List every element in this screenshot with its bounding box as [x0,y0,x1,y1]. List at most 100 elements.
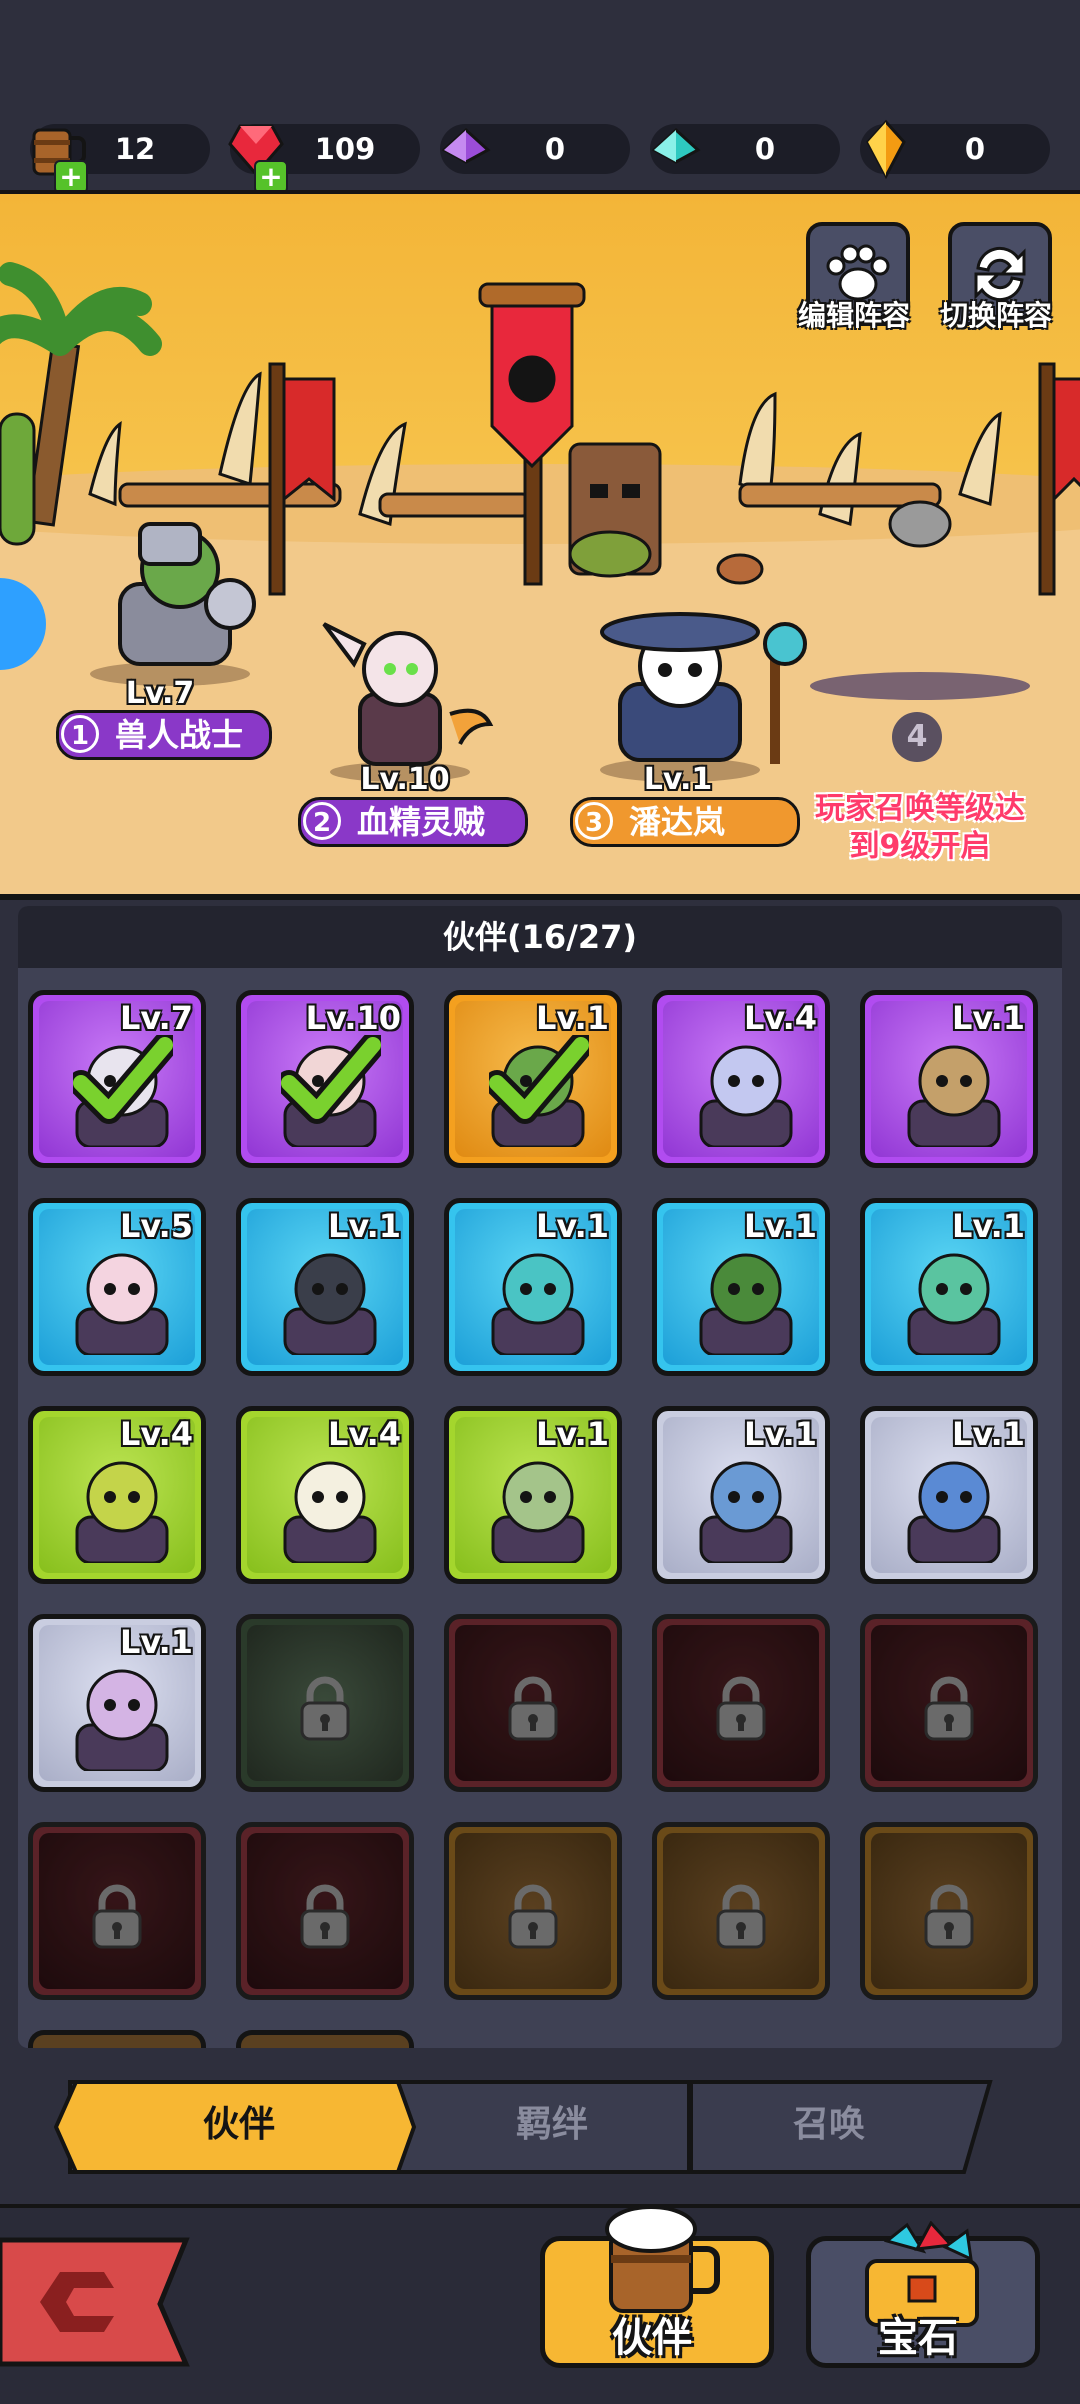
locked-partner-card[interactable] [860,1614,1038,1792]
switch-lineup-label[interactable]: 切换阵容 [926,294,1066,334]
slot-number: 2 [303,802,341,840]
checkmark-icon [73,1035,173,1124]
card-level: Lv.5 [119,1207,193,1245]
padlock-icon [924,1884,974,1949]
padlock-icon [716,1676,766,1741]
partner-portrait-icon [283,1253,377,1355]
card-level: Lv.1 [951,1415,1025,1453]
partner-card[interactable]: Lv.1 [444,1406,622,1584]
ale-mug-icon [605,2205,720,2313]
partner-portrait-icon [907,1253,1001,1355]
checkmark-icon [281,1035,381,1124]
partner-card[interactable]: Lv.1 [236,1198,414,1376]
partner-portrait-icon [907,1045,1001,1147]
partner-portrait-icon [699,1045,793,1147]
currency-ruby[interactable]: + 109 [228,124,420,194]
card-level: Lv.1 [951,999,1025,1037]
edit-lineup-label[interactable]: 编辑阵容 [784,294,924,334]
currency-bar: + 12 + 109 0 0 0 [0,0,1080,194]
partner-card[interactable]: Lv.1 [444,990,622,1168]
card-level: Lv.4 [743,999,817,1037]
hero-nameplate[interactable]: 2 血精灵贼 [298,797,528,847]
partner-roster-panel: 伙伴(16/27) Lv.7 Lv.10 Lv.1 Lv.4 Lv.1 Lv.5 Lv.1 L… [18,906,1062,2048]
card-level: Lv.1 [535,1207,609,1245]
partner-card[interactable]: Lv.7 [28,990,206,1168]
unlock-hint-line: 到9级开启 [849,829,991,864]
hero-level: Lv.10 [360,762,450,797]
partner-portrait-icon [491,1253,585,1355]
locked-partner-card[interactable] [860,1822,1038,2000]
partner-card[interactable]: Lv.1 [860,1198,1038,1376]
card-level: Lv.1 [951,1207,1025,1245]
card-level: Lv.4 [327,1415,401,1453]
currency-value: 0 [544,132,566,166]
partner-card[interactable]: Lv.1 [652,1406,830,1584]
currency-value: 0 [964,132,986,166]
card-level: Lv.1 [743,1207,817,1245]
partner-portrait-icon [75,1461,169,1563]
padlock-icon [300,1676,350,1741]
partner-card[interactable]: Lv.4 [236,1406,414,1584]
partner-nav-button[interactable]: 伙伴 [540,2205,774,2368]
partner-card-partial[interactable] [28,2030,206,2048]
card-level: Lv.10 [305,999,401,1037]
padlock-icon [924,1676,974,1741]
currency-value: 0 [754,132,776,166]
padlock-icon [716,1884,766,1949]
tab-summon[interactable]: 召唤 [694,2078,964,2172]
partner-card[interactable]: Lv.10 [236,990,414,1168]
partner-card[interactable]: Lv.1 [860,1406,1038,1584]
partner-grid: Lv.7 Lv.10 Lv.1 Lv.4 Lv.1 Lv.5 Lv.1 Lv.1 Lv.1 Lv.… [18,982,1062,2048]
currency-value: 12 [114,132,156,166]
partner-card[interactable]: Lv.4 [28,1406,206,1584]
hero-name: 血精灵贼 [357,803,486,841]
partner-nav-label: 伙伴 [612,2315,692,2361]
padlock-icon [508,1884,558,1949]
hero-name: 潘达岚 [629,803,726,841]
tab-partner[interactable]: 伙伴 [74,2078,404,2172]
unlock-hint-line: 玩家召唤等级达 [815,791,1025,826]
roster-title: 伙伴(16/27) [18,906,1062,968]
padlock-icon [92,1884,142,1949]
hero-pandaren-sprite[interactable] [570,584,830,784]
checkmark-icon [489,1035,589,1124]
hero-level: Lv.1 [643,762,713,797]
locked-partner-card[interactable] [652,1614,830,1792]
partner-portrait-icon [699,1253,793,1355]
currency-cyan-crystal: 0 [650,124,840,174]
partner-card-partial[interactable] [236,2030,414,2048]
slot-number: 1 [61,715,99,753]
partner-portrait-icon [75,1669,169,1771]
card-level: Lv.7 [119,999,193,1037]
partner-portrait-icon [491,1461,585,1563]
partner-card[interactable]: Lv.1 [860,990,1038,1168]
locked-partner-card[interactable] [28,1822,206,2000]
hero-blood-elf-rogue-sprite[interactable] [300,604,500,784]
partner-card[interactable]: Lv.4 [652,990,830,1168]
hero-orc-warrior-sprite[interactable] [60,494,280,694]
partner-card[interactable]: Lv.1 [652,1198,830,1376]
partner-card[interactable]: Lv.5 [28,1198,206,1376]
locked-partner-card[interactable] [652,1822,830,2000]
hero-nameplate[interactable]: 3 潘达岚 [570,797,800,847]
padlock-icon [508,1676,558,1741]
gem-nav-button[interactable]: 宝石 [806,2221,1040,2368]
locked-partner-card[interactable] [444,1614,622,1792]
back-flag-icon[interactable] [0,2234,200,2370]
currency-purple-crystal: 0 [440,124,630,174]
locked-slot-badge: 4 [892,712,942,762]
card-level: Lv.4 [119,1415,193,1453]
locked-partner-card[interactable] [236,1614,414,1792]
card-level: Lv.1 [327,1207,401,1245]
currency-ale[interactable]: + 12 [30,124,210,194]
gem-nav-label: 宝石 [878,2315,958,2361]
card-level: Lv.1 [535,999,609,1037]
locked-partner-card[interactable] [236,1822,414,2000]
tab-bond[interactable]: 羁绊 [414,2078,690,2172]
locked-partner-card[interactable] [444,1822,622,2000]
partner-card[interactable]: Lv.1 [28,1614,206,1792]
hero-nameplate[interactable]: 1 兽人战士 [56,710,272,760]
card-level: Lv.1 [743,1415,817,1453]
partner-card[interactable]: Lv.1 [444,1198,622,1376]
currency-value: 109 [314,132,376,166]
